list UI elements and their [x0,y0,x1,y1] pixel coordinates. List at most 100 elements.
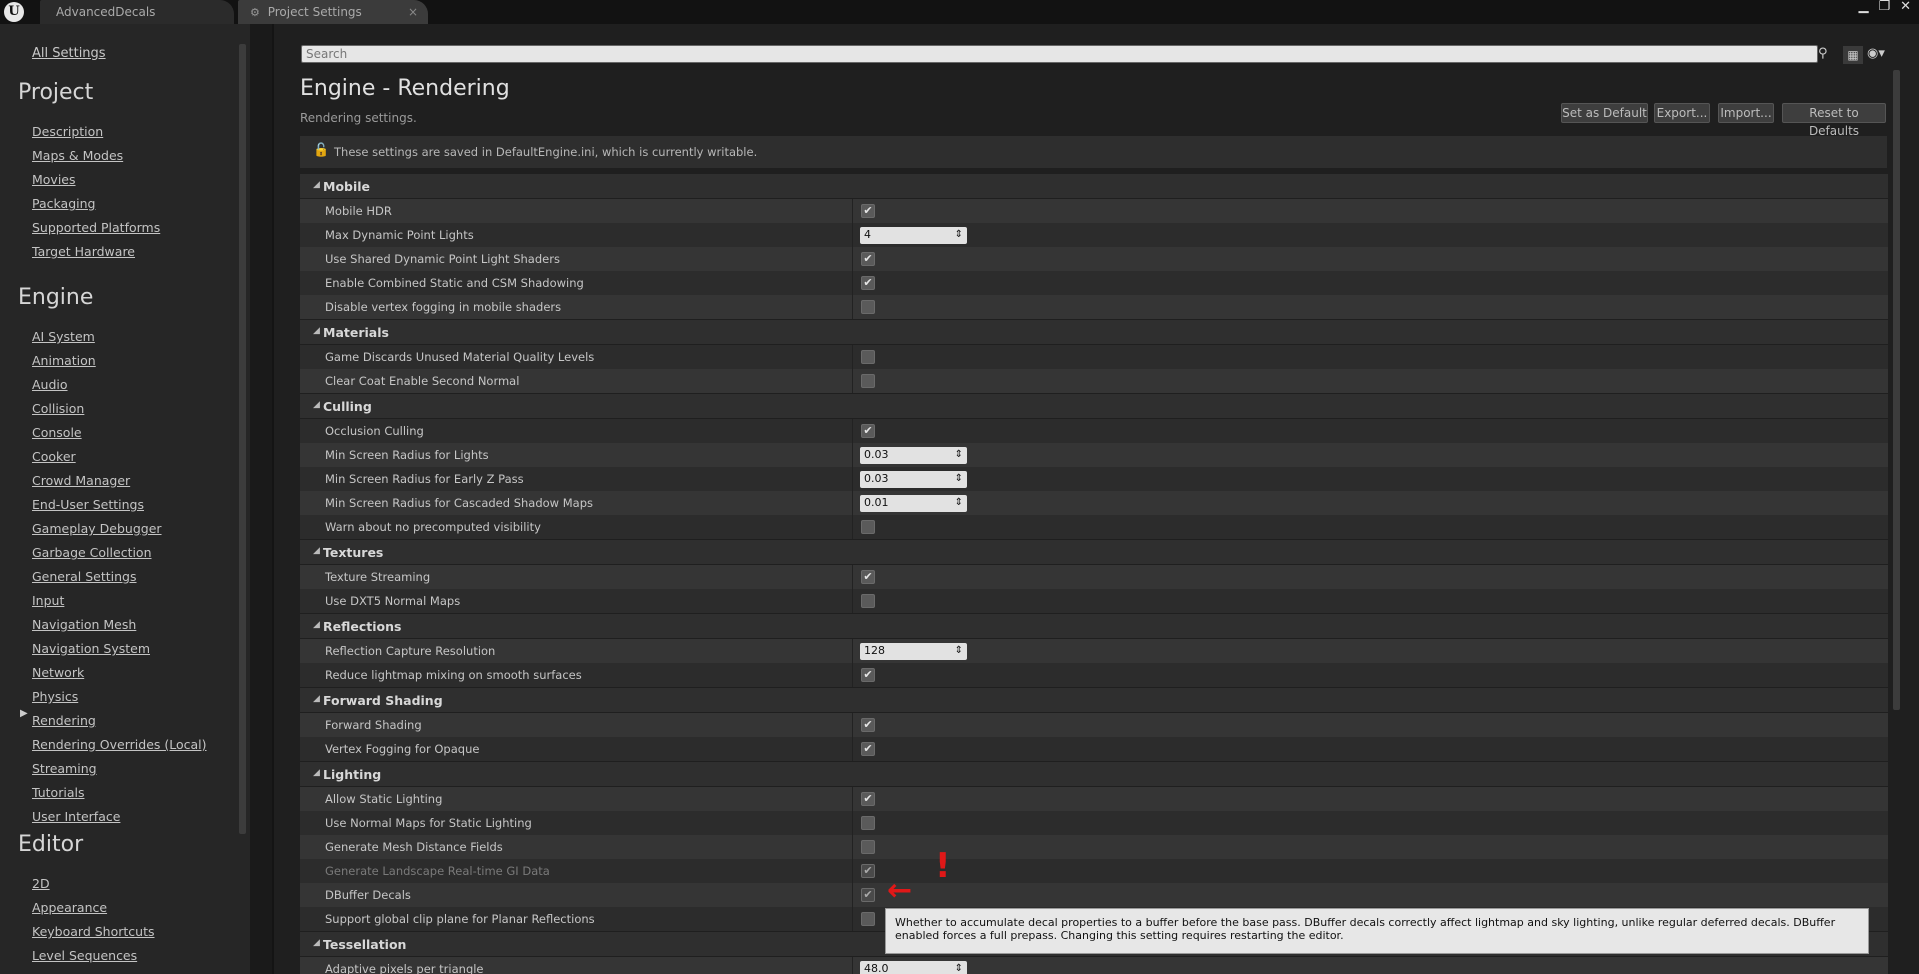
sidebar-item-movies[interactable]: Movies [32,172,76,187]
column-splitter[interactable] [852,345,853,369]
column-splitter[interactable] [852,589,853,613]
sidebar-item-2d[interactable]: 2D [32,876,50,891]
spin-drag-icon[interactable]: ⇕ [955,961,963,974]
column-splitter[interactable] [852,443,853,467]
column-splitter[interactable] [852,491,853,515]
setting-checkbox[interactable] [861,300,875,314]
column-splitter[interactable] [852,515,853,539]
tab-project-settings[interactable]: ⚙ Project Settings × [238,0,428,24]
sidebar-item-tutorials[interactable]: Tutorials [32,785,84,800]
sidebar-item-cooker[interactable]: Cooker [32,449,76,464]
import-button[interactable]: Import... [1718,103,1774,123]
setting-number-input[interactable]: 0.03 ⇕ [860,471,967,488]
setting-checkbox[interactable] [861,350,875,364]
sidebar-item-crowd-manager[interactable]: Crowd Manager [32,473,130,488]
setting-checkbox[interactable]: ✔ [861,864,875,878]
setting-checkbox[interactable]: ✔ [861,424,875,438]
collapse-arrow-icon[interactable]: ◢ [313,938,320,948]
all-settings-link[interactable]: All Settings [32,46,106,61]
column-splitter[interactable] [852,859,853,883]
sidebar-item-end-user-settings[interactable]: End-User Settings [32,497,144,512]
setting-checkbox[interactable] [861,840,875,854]
setting-number-input[interactable]: 128 ⇕ [860,643,967,660]
column-splitter[interactable] [852,737,853,761]
spin-drag-icon[interactable]: ⇕ [955,643,963,659]
column-splitter[interactable] [852,835,853,859]
setting-checkbox[interactable] [861,374,875,388]
collapse-arrow-icon[interactable]: ◢ [313,546,320,556]
setting-checkbox[interactable] [861,912,875,926]
column-splitter[interactable] [852,247,853,271]
sidebar-item-input[interactable]: Input [32,593,64,608]
collapse-arrow-icon[interactable]: ◢ [313,180,320,190]
sidebar-item-collision[interactable]: Collision [32,401,84,416]
setting-number-input[interactable]: 48.0 ⇕ [860,961,967,974]
sidebar-item-navigation-mesh[interactable]: Navigation Mesh [32,617,136,632]
collapse-arrow-icon[interactable]: ◢ [313,326,320,336]
setting-checkbox[interactable] [861,816,875,830]
spin-drag-icon[interactable]: ⇕ [955,227,963,243]
column-splitter[interactable] [852,223,853,247]
close-window-icon[interactable]: ✕ [1900,0,1911,16]
sidebar-item-ai-system[interactable]: AI System [32,329,95,344]
minimize-icon[interactable]: ▁ [1858,0,1868,16]
sidebar-item-target-hardware[interactable]: Target Hardware [32,244,135,259]
search-input[interactable]: Search [301,45,1818,63]
sidebar-item-garbage-collection[interactable]: Garbage Collection [32,545,152,560]
close-tab-icon[interactable]: × [408,0,418,24]
collapse-arrow-icon[interactable]: ◢ [313,400,320,410]
reset-to-defaults-button[interactable]: Reset to Defaults [1782,103,1886,138]
setting-checkbox[interactable]: ✔ [861,718,875,732]
spin-drag-icon[interactable]: ⇕ [955,495,963,511]
category-lighting[interactable] [300,762,1888,786]
setting-number-input[interactable]: 0.03 ⇕ [860,447,967,464]
sidebar-item-general-settings[interactable]: General Settings [32,569,137,584]
category-culling[interactable] [300,394,1888,418]
setting-checkbox[interactable] [861,594,875,608]
sidebar-item-rendering-overrides-local[interactable]: Rendering Overrides (Local) [32,737,207,752]
setting-checkbox[interactable]: ✔ [861,668,875,682]
spin-drag-icon[interactable]: ⇕ [955,471,963,487]
column-splitter[interactable] [852,271,853,295]
category-forward-shading[interactable] [300,688,1888,712]
sidebar-item-user-interface[interactable]: User Interface [32,809,120,824]
column-splitter[interactable] [852,467,853,491]
tab-advanceddecals[interactable]: AdvancedDecals [40,0,234,24]
sidebar-item-appearance[interactable]: Appearance [32,900,107,915]
column-splitter[interactable] [852,565,853,589]
sidebar-item-rendering[interactable]: Rendering [32,713,96,728]
sidebar-scrollbar[interactable] [239,44,246,834]
sidebar-item-maps-modes[interactable]: Maps & Modes [32,148,123,163]
sidebar-item-packaging[interactable]: Packaging [32,196,95,211]
sidebar-item-audio[interactable]: Audio [32,377,68,392]
column-splitter[interactable] [852,787,853,811]
sidebar-item-physics[interactable]: Physics [32,689,78,704]
column-splitter[interactable] [852,957,853,974]
category-reflections[interactable] [300,614,1888,638]
export-button[interactable]: Export... [1654,103,1710,123]
restore-icon[interactable]: ❐ [1878,0,1890,16]
collapse-arrow-icon[interactable]: ◢ [313,768,320,778]
column-splitter[interactable] [852,883,853,907]
sidebar-item-streaming[interactable]: Streaming [32,761,97,776]
search-icon[interactable]: ⚲ [1818,46,1838,64]
setting-number-input[interactable]: 0.01 ⇕ [860,495,967,512]
setting-checkbox[interactable]: ✔ [861,792,875,806]
main-scrollbar[interactable] [1893,70,1900,710]
setting-checkbox[interactable]: ✔ [861,276,875,290]
column-splitter[interactable] [852,369,853,393]
sidebar-item-level-sequences[interactable]: Level Sequences [32,948,137,963]
category-materials[interactable] [300,320,1888,344]
category-textures[interactable] [300,540,1888,564]
collapse-arrow-icon[interactable]: ◢ [313,694,320,704]
column-splitter[interactable] [852,295,853,319]
set-as-default-button[interactable]: Set as Default [1561,103,1648,123]
sidebar-item-animation[interactable]: Animation [32,353,96,368]
column-splitter[interactable] [852,419,853,443]
column-splitter[interactable] [852,713,853,737]
sidebar-item-navigation-system[interactable]: Navigation System [32,641,150,656]
collapse-arrow-icon[interactable]: ◢ [313,620,320,630]
setting-checkbox[interactable]: ✔ [861,888,875,902]
sidebar-item-console[interactable]: Console [32,425,82,440]
column-splitter[interactable] [852,663,853,687]
